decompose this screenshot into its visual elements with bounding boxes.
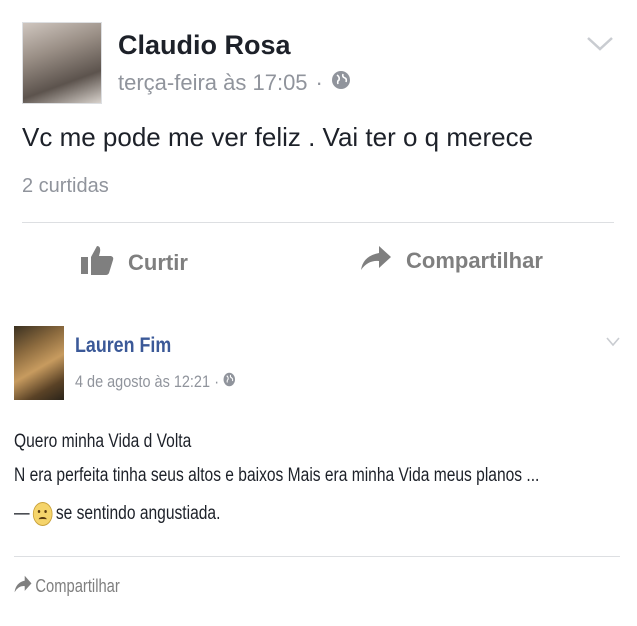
- share-button[interactable]: Compartilhar: [360, 244, 543, 278]
- anguished-face-icon: [32, 502, 53, 526]
- share-button[interactable]: Compartilhar: [14, 574, 120, 599]
- meta-separator: ·: [214, 372, 220, 391]
- globe-icon[interactable]: [223, 372, 236, 392]
- author-name[interactable]: Lauren Fim: [75, 334, 171, 358]
- thumbs-up-icon: [80, 244, 114, 282]
- author-name[interactable]: Claudio Rosa: [118, 30, 291, 61]
- share-arrow-icon: [14, 574, 32, 599]
- share-label: Compartilhar: [406, 248, 543, 273]
- post-timestamp[interactable]: 4 de agosto às 12:21: [75, 372, 210, 392]
- share-label: Compartilhar: [35, 576, 120, 596]
- chevron-down-icon[interactable]: [606, 334, 620, 347]
- like-button[interactable]: Curtir: [80, 244, 188, 282]
- meta-separator: ·: [315, 70, 323, 95]
- post-text-line: N era perfeita tinha seus altos e baixos…: [14, 465, 540, 486]
- author-avatar[interactable]: [22, 22, 102, 104]
- divider: [14, 556, 620, 557]
- globe-icon[interactable]: [331, 70, 351, 96]
- like-label: Curtir: [128, 250, 188, 275]
- divider: [22, 222, 614, 223]
- feeling-dash: —: [14, 503, 30, 524]
- feeling-line: — se sentindo angustiada.: [14, 502, 220, 526]
- chevron-down-icon[interactable]: [586, 36, 614, 52]
- post-timestamp[interactable]: terça-feira às 17:05: [118, 70, 308, 96]
- post-text-line: Quero minha Vida d Volta: [14, 431, 192, 452]
- post-text: Vc me pode me ver feliz . Vai ter o q me…: [22, 122, 534, 152]
- author-avatar[interactable]: [14, 326, 64, 400]
- post-meta: 4 de agosto às 12:21 ·: [75, 372, 236, 392]
- likes-count[interactable]: 2 curtidas: [22, 175, 109, 198]
- post-meta: terça-feira às 17:05 ·: [118, 70, 351, 96]
- feeling-text: se sentindo angustiada.: [55, 503, 221, 524]
- share-arrow-icon: [360, 244, 392, 278]
